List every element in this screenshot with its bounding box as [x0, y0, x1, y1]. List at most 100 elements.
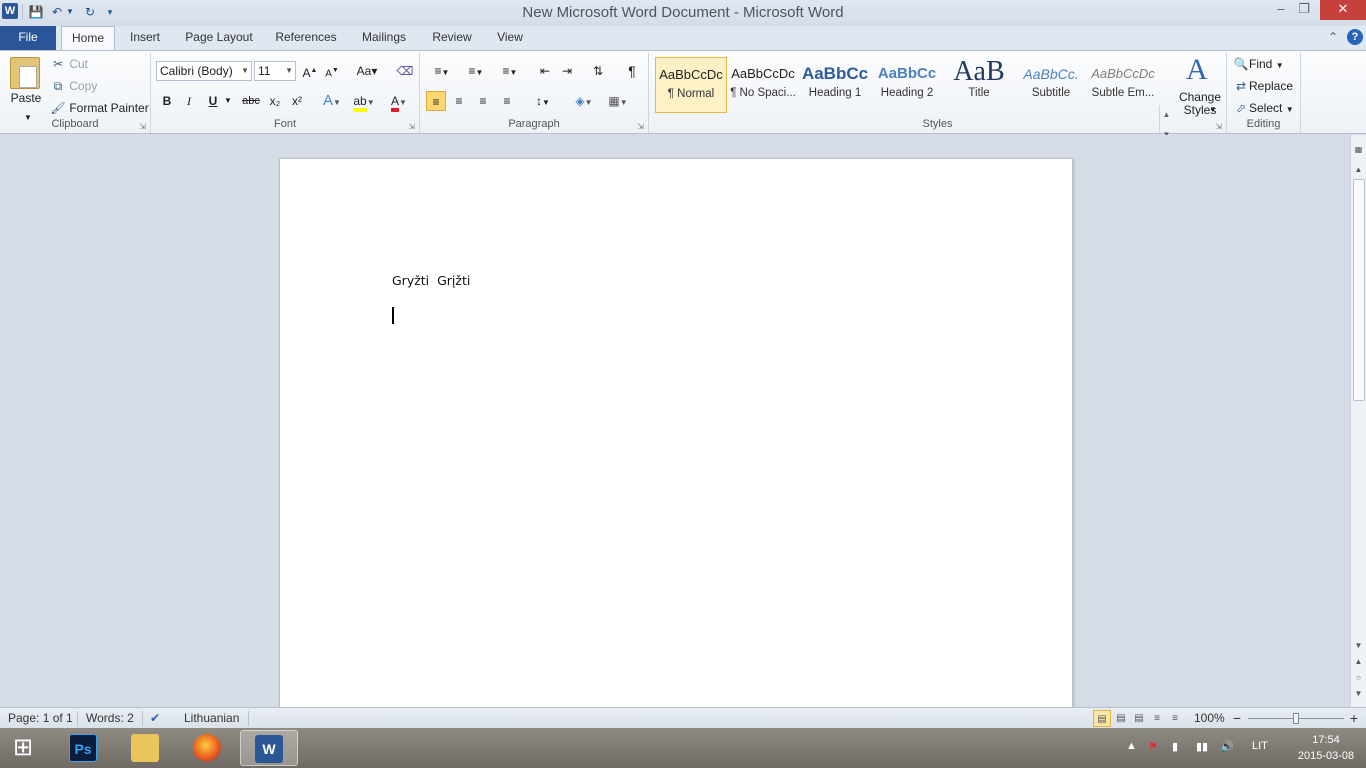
- italic-button[interactable]: I: [179, 91, 199, 111]
- style-subtitle[interactable]: AaBbCc. Subtitle: [1015, 57, 1087, 113]
- gallery-up-icon[interactable]: ▲: [1160, 105, 1173, 125]
- show-formatting-button[interactable]: ¶: [622, 61, 642, 81]
- scroll-down-icon[interactable]: ▼: [1351, 639, 1366, 653]
- bold-button[interactable]: B: [157, 91, 177, 111]
- tab-mailings[interactable]: Mailings: [354, 26, 414, 50]
- minimize-ribbon-icon[interactable]: ⌃: [1325, 29, 1341, 45]
- zoom-out-button[interactable]: −: [1230, 710, 1244, 727]
- restore-icon[interactable]: ❐: [1291, 0, 1317, 20]
- grow-font-icon[interactable]: A▲: [300, 61, 320, 81]
- style-heading-1[interactable]: AaBbCc Heading 1: [799, 57, 871, 113]
- vertical-scrollbar[interactable]: ▦ ▲ ▼ ▲ ○ ▼: [1350, 135, 1366, 707]
- battery-icon[interactable]: ▮: [1172, 740, 1178, 753]
- scroll-up-icon[interactable]: ▲: [1351, 163, 1366, 177]
- style-no-spacing[interactable]: AaBbCcDc ¶ No Spaci...: [727, 57, 799, 113]
- full-screen-reading-icon[interactable]: ▤: [1112, 710, 1130, 727]
- action-center-icon[interactable]: ⚑: [1148, 740, 1158, 753]
- taskbar-word[interactable]: W: [240, 730, 298, 766]
- style-heading-2[interactable]: AaBbCc Heading 2: [871, 57, 943, 113]
- page-count[interactable]: Page: 1 of 1: [8, 710, 73, 727]
- web-layout-icon[interactable]: ▤: [1130, 710, 1148, 727]
- decrease-indent-icon[interactable]: ⇤: [535, 61, 555, 81]
- numbering-icon[interactable]: ≡▼: [462, 61, 490, 81]
- zoom-level[interactable]: 100%: [1194, 710, 1225, 727]
- style-title[interactable]: AaB Title: [943, 57, 1015, 113]
- font-color-icon[interactable]: A▼: [385, 91, 413, 112]
- zoom-in-button[interactable]: +: [1347, 710, 1361, 727]
- copy-button[interactable]: ⧉ Copy: [50, 77, 98, 95]
- font-name-combo[interactable]: Calibri (Body) ▼: [156, 61, 252, 81]
- language-indicator[interactable]: Lithuanian: [184, 710, 239, 727]
- document-text[interactable]: Gryžti Grįžti: [392, 273, 470, 288]
- start-button-icon[interactable]: ⊞: [6, 732, 40, 764]
- tab-view[interactable]: View: [490, 26, 530, 50]
- help-icon[interactable]: ?: [1347, 29, 1363, 45]
- justify-icon[interactable]: ≡: [497, 91, 517, 111]
- ruler-toggle-icon[interactable]: ▦: [1351, 143, 1366, 157]
- volume-icon[interactable]: 🔊: [1220, 740, 1234, 753]
- bullets-icon[interactable]: ≡▼: [428, 61, 456, 81]
- font-size-combo[interactable]: 11 ▼: [254, 61, 296, 81]
- network-signal-icon[interactable]: ▮▮: [1196, 740, 1208, 753]
- taskbar-explorer[interactable]: [117, 730, 175, 766]
- style-subtle-emphasis[interactable]: AaBbCcDc Subtle Em...: [1087, 57, 1159, 113]
- outline-view-icon[interactable]: ≡: [1148, 710, 1166, 727]
- draft-view-icon[interactable]: ≡: [1166, 710, 1184, 727]
- tab-page-layout[interactable]: Page Layout: [180, 26, 258, 50]
- document-page[interactable]: Gryžti Grįžti: [279, 158, 1073, 707]
- shrink-font-icon[interactable]: A▼: [322, 61, 342, 81]
- tab-insert[interactable]: Insert: [120, 26, 170, 50]
- clock-time[interactable]: 17:54: [1288, 734, 1364, 746]
- tab-review[interactable]: Review: [426, 26, 478, 50]
- paste-icon[interactable]: [10, 57, 40, 89]
- increase-indent-icon[interactable]: ⇥: [557, 61, 577, 81]
- next-page-icon[interactable]: ▼: [1351, 687, 1366, 701]
- format-painter-button[interactable]: 🖌 Format Painter: [50, 99, 148, 117]
- multilevel-list-icon[interactable]: ≡▼: [496, 61, 524, 81]
- align-right-icon[interactable]: ≡: [473, 91, 493, 111]
- tab-home[interactable]: Home: [61, 26, 115, 50]
- shading-icon[interactable]: ◈▼: [570, 91, 598, 111]
- proofing-icon[interactable]: ✔: [150, 710, 160, 727]
- change-case-button[interactable]: Aa▾: [353, 61, 381, 81]
- paste-button[interactable]: Paste: [6, 91, 46, 105]
- style-normal[interactable]: AaBbCcDc ¶ Normal: [655, 57, 727, 113]
- find-button[interactable]: 🔍Find ▼: [1233, 55, 1284, 73]
- replace-button[interactable]: ⇄ Replace: [1233, 77, 1293, 95]
- tab-references[interactable]: References: [270, 26, 342, 50]
- underline-dropdown-icon[interactable]: ▼: [223, 91, 233, 111]
- print-layout-view-icon[interactable]: ▤: [1093, 710, 1111, 727]
- styles-launcher-icon[interactable]: ⇲: [1215, 122, 1222, 131]
- select-browse-object-icon[interactable]: ○: [1351, 671, 1366, 685]
- zoom-slider-thumb[interactable]: [1293, 713, 1299, 724]
- align-left-icon[interactable]: ≡: [426, 91, 446, 111]
- clipboard-launcher-icon[interactable]: ⇲: [139, 122, 146, 131]
- clear-formatting-icon[interactable]: ⌫: [395, 61, 415, 81]
- superscript-button[interactable]: x²: [287, 91, 307, 111]
- paragraph-launcher-icon[interactable]: ⇲: [637, 122, 644, 131]
- previous-page-icon[interactable]: ▲: [1351, 655, 1366, 669]
- close-icon[interactable]: ✕: [1320, 0, 1366, 20]
- word-count[interactable]: Words: 2: [86, 710, 134, 727]
- select-button[interactable]: ⬀ Select ▼: [1233, 99, 1294, 117]
- taskbar-photoshop[interactable]: Ps: [55, 730, 113, 766]
- strikethrough-button[interactable]: abc: [239, 91, 263, 111]
- input-language[interactable]: LIT: [1252, 740, 1268, 752]
- cut-button[interactable]: ✂ Cut: [50, 55, 88, 73]
- change-styles-dropdown-icon[interactable]: ▼: [1209, 101, 1217, 119]
- align-center-icon[interactable]: ≡: [449, 91, 469, 111]
- text-effects-icon[interactable]: A▼: [319, 91, 345, 111]
- underline-button[interactable]: U: [203, 91, 223, 111]
- highlight-color-icon[interactable]: ab▼: [349, 91, 379, 112]
- borders-icon[interactable]: ▦▼: [604, 91, 632, 111]
- tab-file[interactable]: File: [0, 26, 56, 50]
- scroll-thumb[interactable]: [1353, 179, 1365, 401]
- change-styles-icon[interactable]: A: [1186, 55, 1214, 85]
- sort-icon[interactable]: ⇅: [588, 61, 608, 81]
- line-spacing-icon[interactable]: ↕▼: [530, 91, 556, 111]
- show-hidden-icons[interactable]: ▲: [1126, 740, 1137, 752]
- font-launcher-icon[interactable]: ⇲: [408, 122, 415, 131]
- subscript-button[interactable]: x₂: [265, 91, 285, 111]
- clock-date[interactable]: 2015-03-08: [1288, 750, 1364, 762]
- taskbar-firefox[interactable]: [179, 730, 237, 766]
